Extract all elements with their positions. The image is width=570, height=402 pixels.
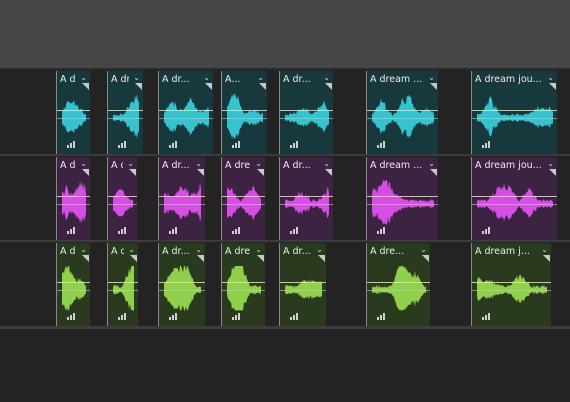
- waveform: [285, 279, 322, 300]
- level-meter-icon: [118, 140, 128, 148]
- volume-line[interactable]: [57, 282, 90, 283]
- waveform: [164, 266, 201, 311]
- level-meter-icon: [290, 312, 300, 320]
- audio-clip[interactable]: A dre...⌄: [366, 243, 430, 326]
- volume-line[interactable]: [222, 282, 265, 283]
- volume-line[interactable]: [280, 196, 333, 197]
- level-meter-icon: [67, 140, 77, 148]
- volume-line[interactable]: [222, 110, 267, 111]
- center-line: [159, 290, 205, 291]
- volume-line[interactable]: [280, 110, 333, 111]
- volume-line[interactable]: [57, 196, 90, 197]
- audio-clip[interactable]: A dream jou... ⌄: [471, 71, 557, 154]
- level-meter-icon: [67, 312, 77, 320]
- level-meter-icon: [232, 226, 242, 234]
- audio-clip[interactable]: A dr...⌄: [158, 157, 205, 240]
- level-meter-icon: [118, 312, 128, 320]
- audio-clip[interactable]: A dream j... ⌄: [471, 243, 551, 326]
- level-meter-icon: [482, 226, 492, 234]
- center-line: [57, 118, 90, 119]
- audio-clip[interactable]: A dr...⌄: [279, 157, 333, 240]
- volume-line[interactable]: [108, 110, 143, 111]
- center-line: [108, 290, 138, 291]
- level-meter-icon: [290, 226, 300, 234]
- level-meter-icon: [118, 226, 128, 234]
- center-line: [280, 118, 333, 119]
- center-line: [472, 204, 557, 205]
- center-line: [222, 204, 265, 205]
- level-meter-icon: [482, 312, 492, 320]
- level-meter-icon: [67, 226, 77, 234]
- audio-clip[interactable]: A dre...⌄: [221, 157, 265, 240]
- level-meter-icon: [169, 140, 179, 148]
- center-line: [159, 118, 213, 119]
- audio-clip[interactable]: A dr...⌄: [56, 71, 90, 154]
- center-line: [108, 118, 143, 119]
- audio-clip[interactable]: A dr...⌄: [279, 243, 326, 326]
- center-line: [57, 204, 90, 205]
- volume-line[interactable]: [159, 196, 205, 197]
- center-line: [472, 290, 551, 291]
- level-meter-icon: [232, 140, 242, 148]
- level-meter-icon: [232, 312, 242, 320]
- waveform: [285, 187, 329, 219]
- audio-clip[interactable]: A... ⌄: [221, 71, 267, 154]
- audio-clip[interactable]: A dr...⌄: [158, 243, 205, 326]
- audio-clip[interactable]: A dream jou... ⌄: [471, 157, 557, 240]
- volume-line[interactable]: [159, 110, 213, 111]
- waveform: [227, 94, 263, 139]
- volume-line[interactable]: [159, 282, 205, 283]
- waveform: [227, 266, 261, 311]
- audio-clip[interactable]: A dream ... ⌄: [366, 71, 438, 154]
- level-meter-icon: [290, 140, 300, 148]
- volume-line[interactable]: [108, 282, 138, 283]
- level-meter-icon: [169, 312, 179, 320]
- audio-clip[interactable]: A dr...⌄: [56, 243, 90, 326]
- audio-clip[interactable]: A dr...⌄: [107, 71, 143, 154]
- volume-line[interactable]: [472, 282, 551, 283]
- waveform: [164, 182, 201, 223]
- empty-track-area[interactable]: [0, 329, 570, 402]
- volume-line[interactable]: [280, 282, 326, 283]
- center-line: [280, 204, 333, 205]
- center-line: [222, 290, 265, 291]
- center-line: [367, 290, 430, 291]
- center-line: [159, 204, 205, 205]
- volume-line[interactable]: [472, 110, 557, 111]
- volume-line[interactable]: [367, 110, 438, 111]
- volume-line[interactable]: [367, 196, 438, 197]
- center-line: [57, 290, 90, 291]
- waveform: [285, 100, 329, 133]
- volume-line[interactable]: [472, 196, 557, 197]
- center-line: [222, 118, 267, 119]
- audio-clip[interactable]: A dr...⌄: [279, 71, 333, 154]
- level-meter-icon: [482, 140, 492, 148]
- volume-line[interactable]: [222, 196, 265, 197]
- center-line: [280, 290, 326, 291]
- audio-clip[interactable]: A d...⌄: [107, 157, 137, 240]
- waveform: [227, 185, 261, 220]
- center-line: [367, 204, 438, 205]
- waveform: [164, 98, 209, 135]
- center-line: [367, 118, 438, 119]
- volume-line[interactable]: [367, 282, 430, 283]
- audio-clip[interactable]: A dr...⌄: [56, 157, 90, 240]
- volume-line[interactable]: [57, 110, 90, 111]
- audio-clip[interactable]: A dream ... ⌄: [366, 157, 438, 240]
- center-line: [472, 118, 557, 119]
- level-meter-icon: [377, 140, 387, 148]
- audio-clip[interactable]: A d...⌄: [107, 243, 138, 326]
- level-meter-icon: [169, 226, 179, 234]
- timeline-header: [0, 0, 570, 68]
- level-meter-icon: [377, 312, 387, 320]
- audio-clip[interactable]: A dre...⌄: [221, 243, 265, 326]
- volume-line[interactable]: [108, 196, 137, 197]
- level-meter-icon: [377, 226, 387, 234]
- center-line: [108, 204, 137, 205]
- audio-clip[interactable]: A dr...⌄: [158, 71, 213, 154]
